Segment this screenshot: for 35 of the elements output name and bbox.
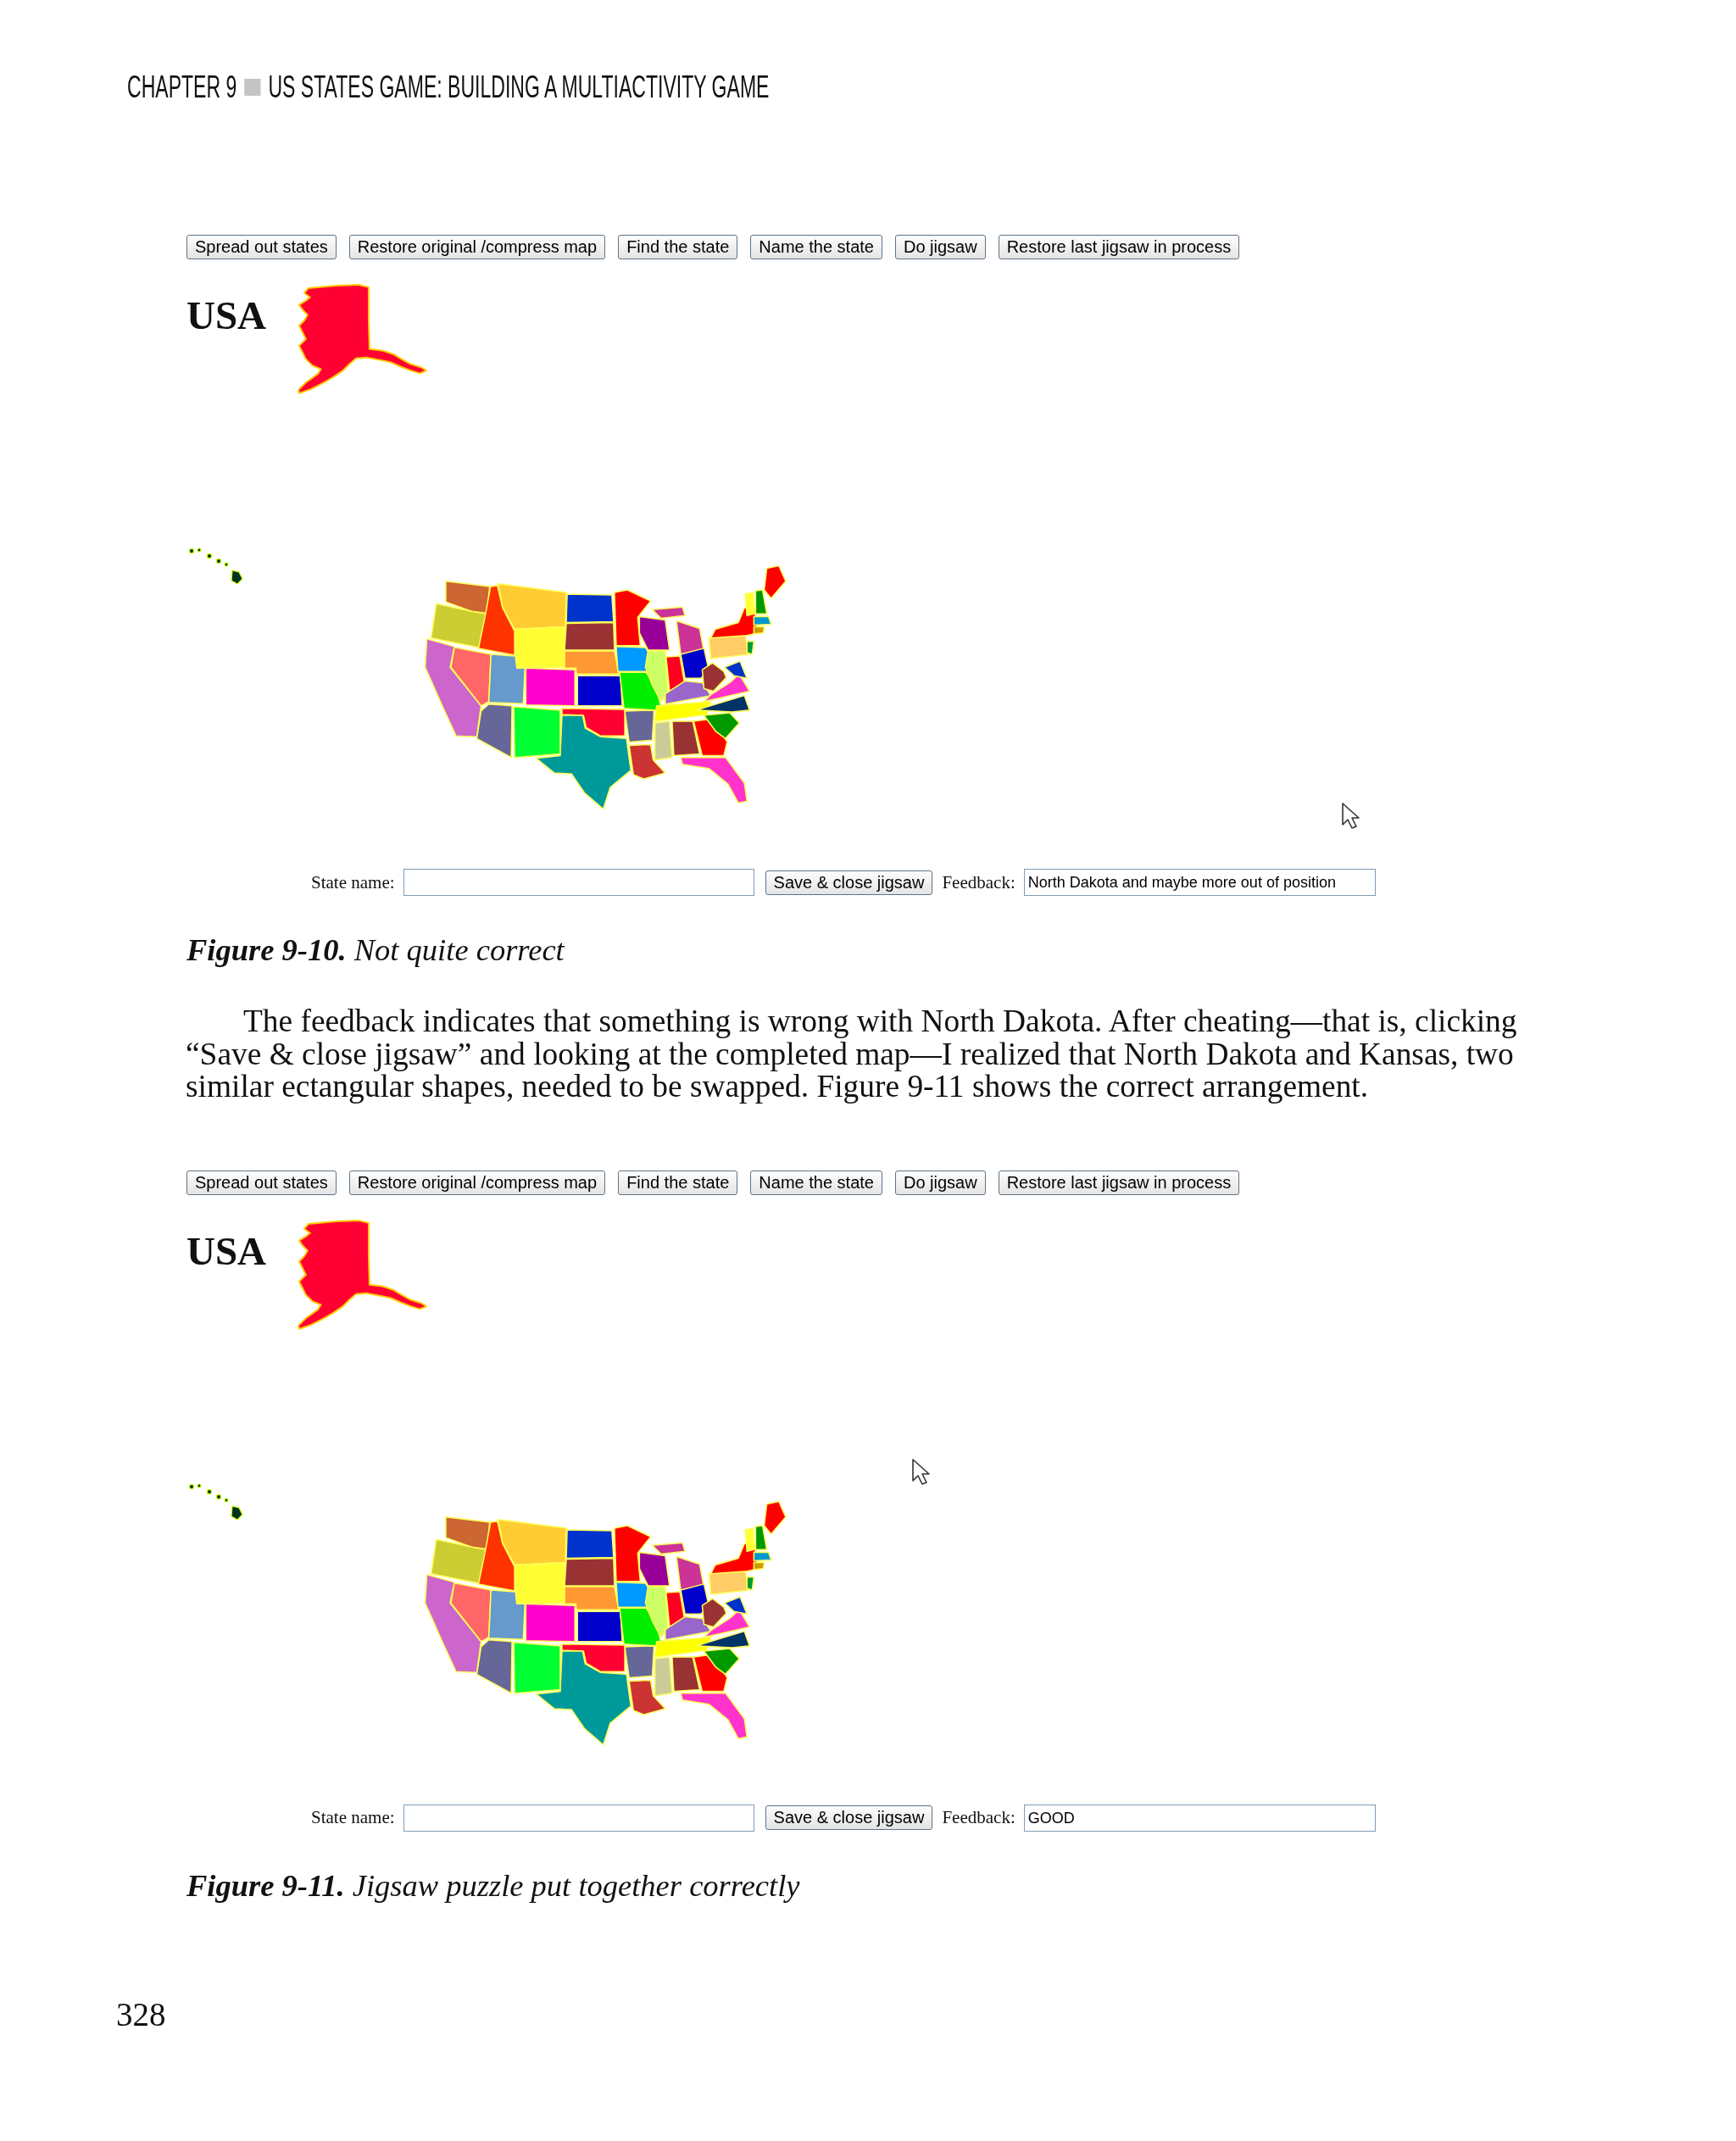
field-label: Feedback: bbox=[942, 871, 1015, 893]
map-title: USA bbox=[186, 1230, 267, 1271]
save-button[interactable]: Save & close jigsaw bbox=[765, 1805, 933, 1831]
hawaii-islands-drawing bbox=[188, 1482, 244, 1521]
state-name-field[interactable] bbox=[403, 1804, 754, 1832]
toolbar-button[interactable]: Find the state bbox=[618, 235, 738, 259]
toolbar-button[interactable]: Spread out states bbox=[186, 1170, 337, 1195]
toolbar-button[interactable]: Name the state bbox=[750, 1170, 882, 1195]
chapter-label: CHAPTER 9 bbox=[127, 72, 237, 103]
field-label: State name: bbox=[311, 1807, 395, 1829]
toolbar-button[interactable]: Find the state bbox=[618, 1170, 738, 1195]
hawaii-islands-drawing bbox=[188, 547, 244, 585]
toolbar-button[interactable]: Restore original /compress map bbox=[348, 235, 606, 259]
toolbar-button[interactable]: Restore last jigsaw in process bbox=[998, 235, 1240, 259]
feedback-field[interactable]: GOOD bbox=[1023, 1804, 1376, 1832]
feedback-field[interactable]: North Dakota and maybe more out of position bbox=[1023, 869, 1376, 896]
field-label: State name: bbox=[311, 871, 395, 893]
toolbar-button[interactable]: Restore last jigsaw in process bbox=[998, 1170, 1240, 1195]
state-name-field[interactable] bbox=[403, 869, 754, 896]
toolbar-button[interactable]: Name the state bbox=[750, 235, 882, 259]
figure-caption: Figure 9-10. Not quite correct bbox=[186, 933, 565, 967]
page-number: 328 bbox=[116, 1997, 166, 2032]
body-paragraph: The feedback indicates that something is wrong with North Dakota. After cheating—that is, clicking “Save & close jigsaw” and looking at the completed map—I realized that North Dakota and Kansas, two similar ectangular shapes, needed to be swapped. Figure 9-11 shows the correct arrangement. bbox=[186, 1005, 1518, 1104]
map-title: USA bbox=[186, 295, 267, 336]
save-button[interactable]: Save & close jigsaw bbox=[765, 870, 933, 895]
field-label: Feedback: bbox=[942, 1807, 1015, 1829]
figure-caption: Figure 9-11. Jigsaw puzzle put together correctly bbox=[186, 1868, 800, 1903]
toolbar-button[interactable]: Do jigsaw bbox=[894, 1170, 986, 1195]
toolbar-button[interactable]: Spread out states bbox=[186, 235, 337, 259]
toolbar-button[interactable]: Do jigsaw bbox=[894, 235, 986, 259]
mouse-pointer-icon bbox=[911, 1457, 931, 1486]
toolbar-button[interactable]: Restore original /compress map bbox=[348, 1170, 606, 1195]
mouse-pointer-icon bbox=[1341, 802, 1360, 830]
square-icon bbox=[244, 79, 261, 96]
chapter-title: US STATES GAME: BUILDING A MULTIACTIVITY GAME bbox=[268, 72, 770, 103]
